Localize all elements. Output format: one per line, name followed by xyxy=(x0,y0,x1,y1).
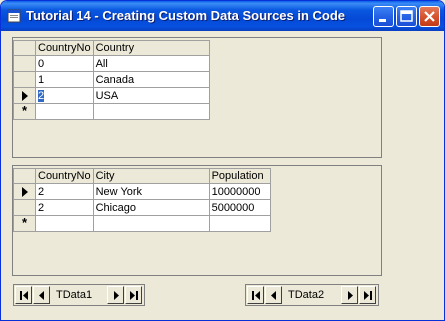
table-cell[interactable]: 2 xyxy=(35,183,94,200)
table-cell[interactable]: USA xyxy=(92,87,210,104)
next-record-icon xyxy=(114,291,119,300)
app-icon[interactable] xyxy=(7,9,21,23)
table-cell[interactable]: Canada xyxy=(92,71,210,88)
row-selector[interactable] xyxy=(13,55,36,72)
previous-record-icon xyxy=(39,291,44,300)
selected-cell-text[interactable]: 2 xyxy=(38,89,45,102)
grid-header-row: CountryNo Country xyxy=(13,40,210,56)
data-navigator-2: TData2 xyxy=(245,284,379,306)
header-corner[interactable] xyxy=(13,40,36,56)
row-selector[interactable] xyxy=(13,199,36,216)
table-row[interactable]: 0 All xyxy=(13,55,210,72)
last-record-button[interactable] xyxy=(359,286,376,304)
navigator-caption: TData2 xyxy=(288,289,325,301)
first-record-icon xyxy=(20,291,28,300)
maximize-button[interactable] xyxy=(396,6,417,27)
countries-grid[interactable]: CountryNo Country 0 All 1 Canada 2 USA * xyxy=(13,40,210,120)
current-row-icon xyxy=(21,186,28,197)
last-record-button[interactable] xyxy=(125,286,142,304)
last-record-icon xyxy=(364,291,372,300)
maximize-icon xyxy=(400,10,413,22)
data-navigator-1: TData1 xyxy=(13,284,145,306)
cities-grid[interactable]: CountryNo City Population 2 New York 100… xyxy=(13,168,271,232)
table-cell[interactable] xyxy=(92,103,210,120)
column-header[interactable]: CountryNo xyxy=(35,40,94,56)
table-row[interactable]: 2 USA xyxy=(13,87,210,104)
minimize-icon xyxy=(379,19,386,22)
column-header[interactable]: Population xyxy=(208,168,271,184)
first-record-button[interactable] xyxy=(247,286,264,304)
bottom-grid-frame: CountryNo City Population 2 New York 100… xyxy=(12,165,382,276)
table-cell[interactable]: All xyxy=(92,55,210,72)
row-selector[interactable] xyxy=(13,183,36,200)
table-cell[interactable]: 5000000 xyxy=(208,199,271,216)
table-cell[interactable]: 0 xyxy=(35,55,94,72)
new-row[interactable]: * xyxy=(13,215,271,232)
previous-record-icon xyxy=(271,291,276,300)
table-row[interactable]: 2 New York 10000000 xyxy=(13,183,271,200)
table-cell[interactable]: 1 xyxy=(35,71,94,88)
column-header[interactable]: Country xyxy=(92,40,210,56)
next-record-button[interactable] xyxy=(107,286,124,304)
table-cell[interactable]: 10000000 xyxy=(208,183,271,200)
column-header[interactable]: CountryNo xyxy=(35,168,94,184)
row-selector[interactable]: * xyxy=(13,103,36,120)
title-bar[interactable]: Tutorial 14 - Creating Custom Data Sourc… xyxy=(1,1,444,31)
table-row[interactable]: 2 Chicago 5000000 xyxy=(13,199,271,216)
row-selector[interactable] xyxy=(13,71,36,88)
new-row-icon: * xyxy=(21,103,28,118)
close-icon xyxy=(424,11,435,22)
current-row-icon xyxy=(21,90,28,101)
next-record-button[interactable] xyxy=(341,286,358,304)
previous-record-button[interactable] xyxy=(265,286,282,304)
window-title: Tutorial 14 - Creating Custom Data Sourc… xyxy=(26,8,346,23)
table-cell[interactable]: Chicago xyxy=(92,199,210,216)
table-cell[interactable] xyxy=(35,103,94,120)
navigator-caption: TData1 xyxy=(56,289,93,301)
table-cell[interactable]: New York xyxy=(92,183,210,200)
top-grid-frame: CountryNo Country 0 All 1 Canada 2 USA * xyxy=(12,37,382,158)
main-window: Tutorial 14 - Creating Custom Data Sourc… xyxy=(0,0,445,321)
row-selector[interactable] xyxy=(13,87,36,104)
next-record-icon xyxy=(348,291,353,300)
first-record-icon xyxy=(252,291,260,300)
row-selector[interactable]: * xyxy=(13,215,36,232)
table-cell[interactable] xyxy=(35,215,94,232)
grid-header-row: CountryNo City Population xyxy=(13,168,271,184)
minimize-button[interactable] xyxy=(373,6,394,27)
previous-record-button[interactable] xyxy=(33,286,50,304)
new-row[interactable]: * xyxy=(13,103,210,120)
table-cell[interactable] xyxy=(92,215,210,232)
table-cell[interactable]: 2 xyxy=(35,87,94,104)
header-corner[interactable] xyxy=(13,168,36,184)
new-row-icon: * xyxy=(21,215,28,230)
table-cell[interactable]: 2 xyxy=(35,199,94,216)
first-record-button[interactable] xyxy=(15,286,32,304)
table-row[interactable]: 1 Canada xyxy=(13,71,210,88)
close-button[interactable] xyxy=(419,6,440,27)
table-cell[interactable] xyxy=(208,215,271,232)
last-record-icon xyxy=(130,291,138,300)
column-header[interactable]: City xyxy=(92,168,210,184)
